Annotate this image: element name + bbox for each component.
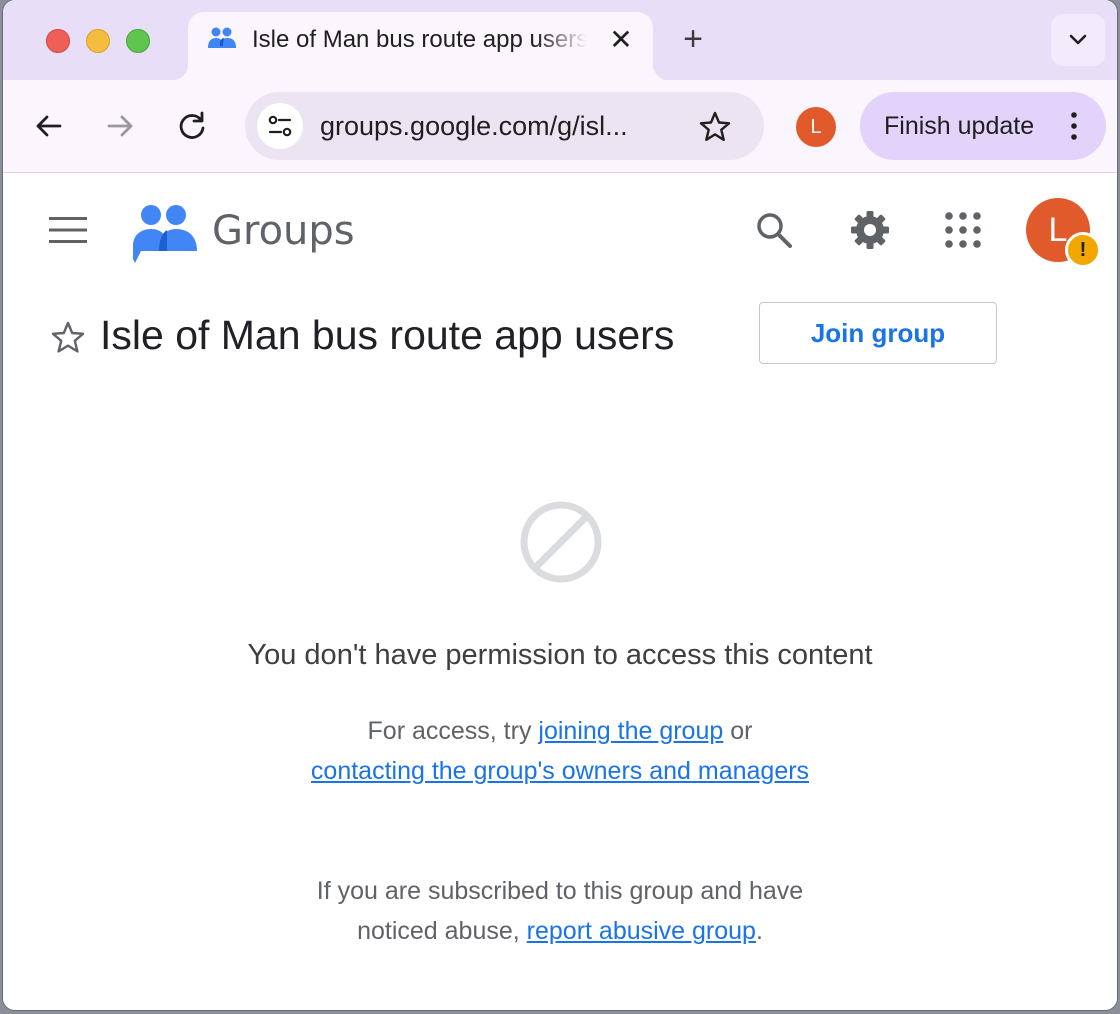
groups-logo-icon[interactable] [131,201,199,267]
brand-name[interactable]: Groups [212,207,355,255]
block-icon [520,501,602,583]
alert-badge-icon: ! [1065,232,1101,268]
search-icon[interactable] [753,209,795,251]
apps-grid-icon[interactable] [942,209,984,251]
abuse-suffix-text: . [755,917,763,945]
close-window-button[interactable] [46,29,70,53]
browser-profile-avatar[interactable]: L [796,107,836,147]
tab-close-icon[interactable]: ✕ [606,26,636,56]
tune-icon [268,115,292,137]
browser-toolbar: groups.google.com/g/isl... Finish update [3,80,1117,173]
reload-icon[interactable] [172,106,212,146]
page-content: Groups L ! Isle of Man bus route app use… [3,173,1117,1010]
chevron-down-icon [1069,34,1087,45]
tab-strip: Isle of Man bus route app users ✕ + [3,0,1117,80]
permission-heading: You don't have permission to access this… [247,639,873,671]
report-abuse-link[interactable]: report abusive group [527,917,756,945]
gear-icon[interactable] [849,209,891,251]
minimize-window-button[interactable] [86,29,110,53]
forward-arrow-icon[interactable] [100,106,140,146]
tab-search-button[interactable] [1051,14,1105,66]
favorite-star-icon[interactable] [49,319,87,357]
back-arrow-icon[interactable] [29,106,69,146]
groups-favicon-icon [208,27,236,48]
more-vert-icon[interactable] [1064,110,1084,142]
join-group-button[interactable]: Join group [759,302,997,364]
tab-title: Isle of Man bus route app users [252,26,587,53]
menu-icon[interactable] [49,216,87,244]
page-title: Isle of Man bus route app users [100,312,675,358]
abuse-paragraph: If you are subscribed to this group and … [310,871,810,951]
finish-update-button[interactable]: Finish update [860,92,1106,160]
access-prefix-text: For access, try [367,717,539,745]
url-text[interactable]: groups.google.com/g/isl... [320,110,680,142]
join-group-link[interactable]: joining the group [538,717,723,745]
access-mid-text: or [723,717,753,745]
new-tab-button[interactable]: + [676,22,710,57]
browser-window: Isle of Man bus route app users ✕ + grou… [3,0,1117,1010]
zoom-window-button[interactable] [126,29,150,53]
finish-update-label: Finish update [884,112,1035,140]
bookmark-star-icon[interactable] [697,109,733,145]
access-paragraph: For access, try joining the group or con… [310,711,810,791]
contact-owners-link[interactable]: contacting the group's owners and manage… [311,757,809,785]
site-info-button[interactable] [257,103,303,149]
address-bar[interactable]: groups.google.com/g/isl... [245,92,764,160]
tab-active[interactable]: Isle of Man bus route app users ✕ [172,12,669,80]
